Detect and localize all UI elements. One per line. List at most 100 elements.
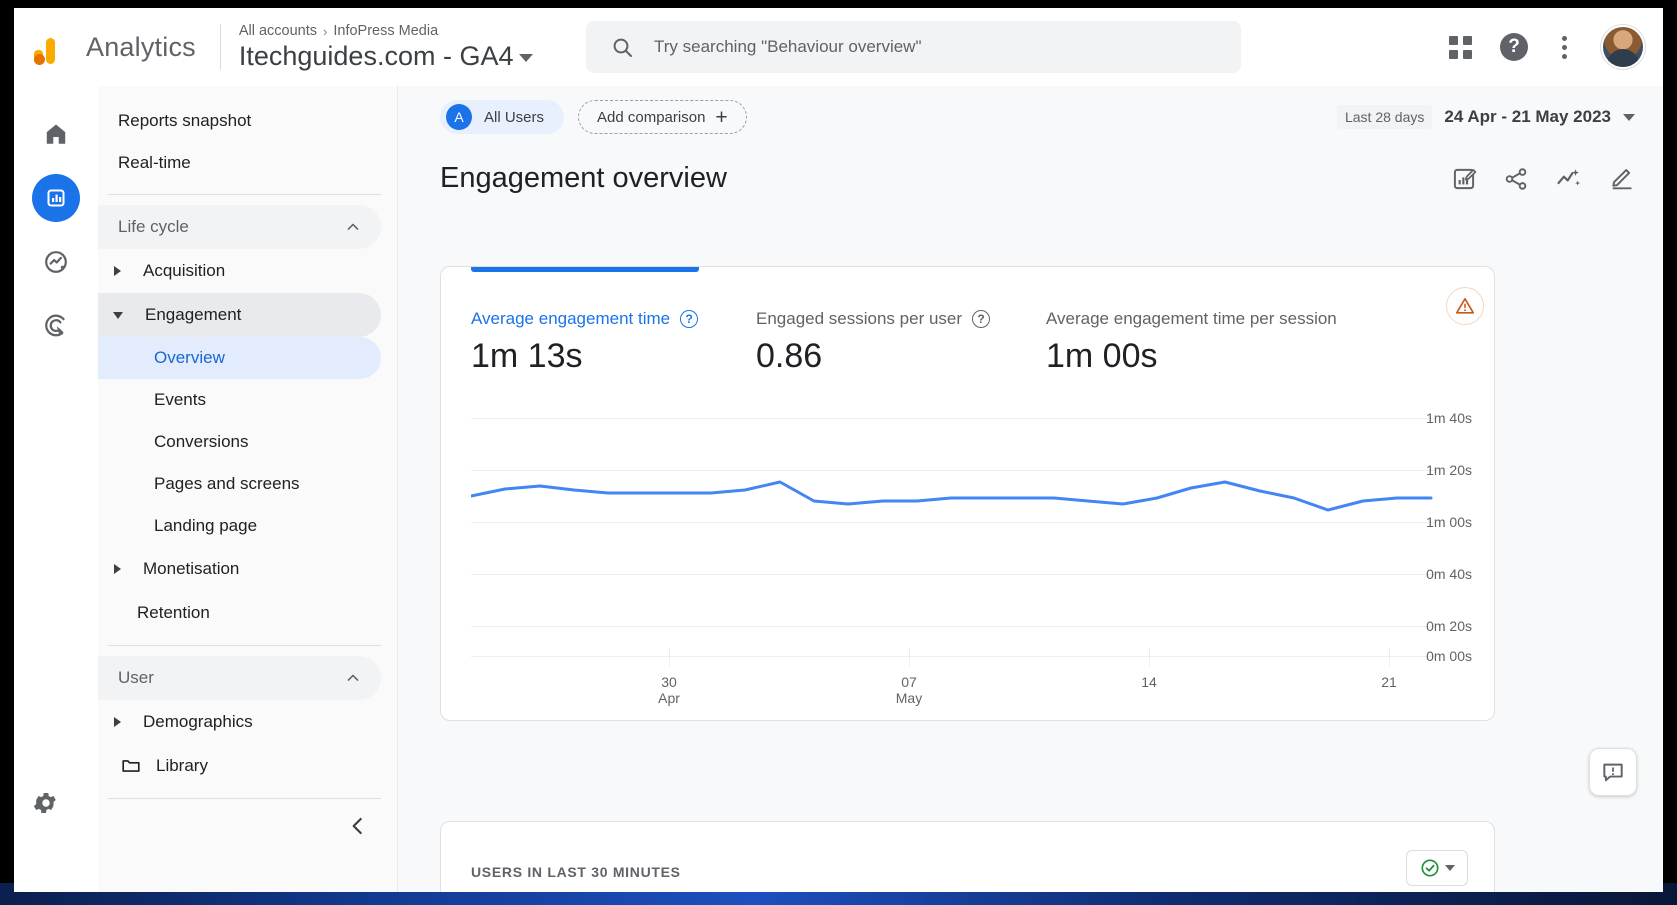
breadcrumb[interactable]: All accounts › InfoPress Media (239, 23, 534, 39)
rail-item-home[interactable] (32, 110, 80, 158)
sidebar-item-monetisation[interactable]: Monetisation (98, 547, 381, 591)
sidebar-item-pages-and-screens[interactable]: Pages and screens (98, 463, 381, 505)
metric-engaged-sessions-per-user[interactable]: Engaged sessions per user ? 0.86 (756, 309, 1046, 376)
sidebar-item-landing-page[interactable]: Landing page (98, 505, 381, 547)
sidebar-section-user[interactable]: User (98, 656, 381, 700)
help-icon[interactable]: ? (972, 310, 991, 328)
property-selector[interactable]: Itechguides.com - GA4 (238, 41, 534, 72)
search-input[interactable]: Try searching "Behaviour overview" (586, 21, 1241, 73)
metric-average-engagement-time[interactable]: Average engagement time ? 1m 13s (471, 309, 756, 376)
check-circle-icon (1421, 859, 1439, 877)
triangle-right-icon (114, 717, 121, 727)
page-title: Engagement overview (440, 162, 727, 194)
rail-item-advertising[interactable] (32, 302, 80, 350)
sidebar-item-real-time[interactable]: Real-time (98, 142, 381, 184)
x-axis-label: 07 May (895, 674, 923, 707)
chevron-left-icon[interactable] (345, 813, 371, 839)
metric-label: Average engagement time per session (1046, 309, 1337, 328)
property-name: Itechguides.com - GA4 (238, 41, 514, 72)
caret-down-icon[interactable] (1445, 865, 1455, 871)
gear-icon (33, 792, 56, 814)
metric-label: Average engagement time (471, 309, 671, 328)
plus-icon: + (715, 105, 728, 129)
page-title-row: Engagement overview (398, 148, 1663, 195)
avatar[interactable] (1601, 25, 1645, 69)
sidebar-divider-3 (108, 798, 381, 799)
customise-report-icon[interactable] (1451, 166, 1477, 192)
ga4-app-window: Analytics All accounts › InfoPress Media… (14, 8, 1663, 892)
rail-item-explore[interactable] (32, 238, 80, 286)
chevron-up-icon[interactable] (343, 668, 363, 688)
date-range-selector[interactable]: Last 28 days 24 Apr - 21 May 2023 (1336, 105, 1635, 129)
x-axis-label: 30 Apr (658, 674, 680, 707)
sidebar-item-label: Overview (154, 348, 225, 367)
realtime-card-title: USERS IN LAST 30 MINUTES (471, 864, 681, 880)
data-warning-badge[interactable] (1446, 287, 1484, 325)
sidebar-item-reports-snapshot[interactable]: Reports snapshot (98, 100, 381, 142)
sidebar-section-label: Life cycle (118, 217, 189, 236)
sidebar-item-retention[interactable]: Retention (98, 591, 381, 635)
help-icon[interactable]: ? (680, 310, 699, 328)
search-placeholder: Try searching "Behaviour overview" (654, 37, 922, 56)
sidebar-section-label: User (118, 668, 154, 687)
audience-chip-label: All Users (484, 108, 545, 126)
warning-triangle-icon (1455, 298, 1475, 314)
sidebar-section-life-cycle[interactable]: Life cycle (98, 205, 381, 249)
help-icon[interactable]: ? (1500, 33, 1528, 61)
sidebar-item-label: Landing page (154, 516, 258, 535)
date-range-value: 24 Apr - 21 May 2023 (1444, 107, 1611, 126)
metric-row: Average engagement time ? 1m 13s Engaged… (441, 267, 1494, 376)
sidebar-item-label: Events (154, 390, 206, 409)
chevron-up-icon[interactable] (343, 217, 363, 237)
breadcrumb-separator-icon: › (323, 23, 328, 39)
sidebar-item-label: Engagement (145, 305, 242, 324)
brand-name: Analytics (86, 31, 196, 62)
chevron-down-icon[interactable] (1623, 113, 1635, 121)
sidebar-item-label: Retention (137, 603, 210, 622)
sidebar-nav: Reports snapshot Real-time Life cycle Ac… (98, 86, 398, 892)
sidebar-item-library[interactable]: Library (98, 744, 397, 788)
apps-grid-icon[interactable] (1449, 35, 1472, 59)
triangle-down-icon (113, 311, 123, 319)
sidebar-item-events[interactable]: Events (98, 379, 381, 421)
sidebar-item-overview[interactable]: Overview (98, 337, 381, 379)
sidebar-item-demographics[interactable]: Demographics (98, 700, 381, 744)
sidebar-item-label: Monetisation (143, 559, 240, 578)
audience-chip-initial: A (446, 104, 472, 130)
metric-label-row: Engaged sessions per user ? (756, 309, 1046, 329)
top-bar: Analytics All accounts › InfoPress Media… (14, 8, 1663, 86)
x-axis-label: 14 (1141, 674, 1157, 690)
sidebar-collapse-row (98, 813, 397, 839)
analytics-logo-dot-icon (34, 54, 45, 65)
add-comparison-label: Add comparison (597, 108, 706, 126)
breadcrumb-all-accounts[interactable]: All accounts (239, 23, 317, 39)
sidebar-item-conversions[interactable]: Conversions (98, 421, 381, 463)
engagement-overview-card: Average engagement time ? 1m 13s Engaged… (440, 266, 1495, 721)
feedback-button[interactable] (1589, 748, 1637, 796)
more-vert-icon[interactable] (1556, 35, 1573, 59)
account-breadcrumb-block[interactable]: All accounts › InfoPress Media Itechguid… (238, 23, 534, 72)
add-comparison-button[interactable]: Add comparison + (578, 100, 747, 134)
rail-item-admin[interactable] (32, 789, 60, 822)
audience-chip-all-users[interactable]: A All Users (440, 100, 565, 134)
comparison-chips: A All Users Add comparison + (440, 100, 747, 134)
chevron-down-icon[interactable] (519, 53, 534, 62)
edit-icon[interactable] (1609, 166, 1635, 192)
sidebar-item-label: Real-time (118, 153, 191, 172)
sidebar-item-engagement[interactable]: Engagement (98, 293, 381, 337)
screen: Analytics All accounts › InfoPress Media… (0, 0, 1677, 905)
insights-icon[interactable] (1555, 165, 1583, 193)
sidebar-item-label: Demographics (143, 712, 253, 731)
metric-value: 0.86 (756, 337, 823, 375)
engagement-time-line-chart[interactable]: 1m 40s 1m 20s 1m 00s 0m 40s 0m 20s 0m 00… (441, 390, 1494, 720)
feedback-icon (1603, 763, 1623, 782)
metric-average-engagement-time-per-session[interactable]: Average engagement time per session 1m 0… (1046, 309, 1376, 376)
sidebar-divider-2 (108, 645, 381, 646)
breadcrumb-account-name[interactable]: InfoPress Media (333, 23, 438, 39)
main-content: A All Users Add comparison + Last 28 day… (398, 86, 1663, 892)
home-icon (46, 124, 66, 144)
realtime-status-control[interactable] (1406, 850, 1468, 886)
share-icon[interactable] (1503, 166, 1529, 192)
sidebar-item-acquisition[interactable]: Acquisition (98, 249, 381, 293)
rail-item-reports[interactable] (32, 174, 80, 222)
